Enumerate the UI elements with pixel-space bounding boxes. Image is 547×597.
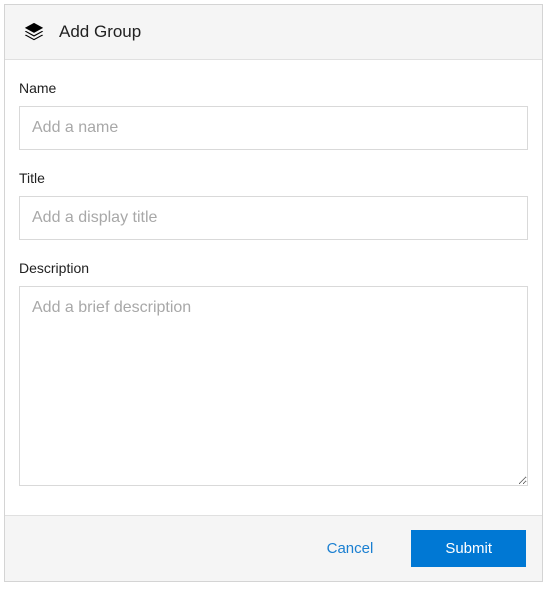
- dialog-footer: Cancel Submit: [5, 515, 542, 581]
- dialog-body: Name Title Description: [5, 60, 542, 515]
- add-group-dialog: Add Group Name Title Description Cancel …: [4, 4, 543, 582]
- description-input[interactable]: [19, 286, 528, 486]
- title-label: Title: [19, 170, 528, 186]
- title-input[interactable]: [19, 196, 528, 240]
- name-field: Name: [19, 80, 528, 150]
- submit-button[interactable]: Submit: [411, 530, 526, 567]
- description-field: Description: [19, 260, 528, 491]
- cancel-button[interactable]: Cancel: [299, 530, 402, 567]
- name-label: Name: [19, 80, 528, 96]
- dialog-title: Add Group: [59, 22, 141, 42]
- title-field: Title: [19, 170, 528, 240]
- name-input[interactable]: [19, 106, 528, 150]
- dialog-header: Add Group: [5, 5, 542, 60]
- layers-icon: [23, 21, 45, 43]
- description-label: Description: [19, 260, 528, 276]
